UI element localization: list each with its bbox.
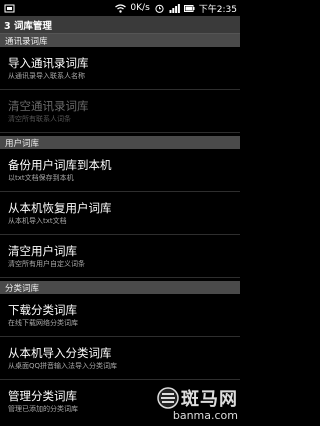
watermark-cn: 斑马网 — [181, 388, 238, 410]
watermark-en: banma.com — [172, 408, 238, 422]
backup-user-dict-item[interactable]: 备份用户词库到本机 以txt文档保存到本机 — [0, 149, 240, 192]
zebra-logo-icon — [157, 386, 179, 409]
item-title: 下载分类词库 — [8, 303, 77, 317]
alarm-icon — [155, 4, 164, 13]
page-title: 3 词库管理 — [4, 20, 52, 32]
item-subtitle: 在线下载网络分类词库 — [8, 319, 78, 327]
import-contacts-item[interactable]: 导入通讯录词库 从通讯录导入联系人名称 — [0, 47, 240, 90]
section-header-contacts: 通讯录词库 — [0, 34, 240, 47]
item-subtitle: 以txt文档保存到本机 — [8, 174, 74, 182]
item-subtitle: 管理已添加的分类词库 — [8, 405, 78, 413]
item-subtitle: 从本机导入txt文档 — [8, 217, 67, 225]
status-time: 下午2:35 — [198, 4, 237, 15]
section-header-user: 用户词库 — [0, 136, 240, 149]
notification-icon — [4, 4, 15, 12]
item-subtitle: 清空所有联系人词条 — [8, 115, 71, 123]
item-title: 清空用户词库 — [8, 244, 77, 258]
section-header-label: 用户词库 — [5, 138, 40, 149]
item-subtitle: 从桌面QQ拼音输入法导入分类词库 — [8, 362, 118, 370]
restore-user-dict-item[interactable]: 从本机恢复用户词库 从本机导入txt文档 — [0, 192, 240, 235]
status-bar: 0K/s 下午2:35 — [0, 0, 240, 16]
section-header-label: 通讯录词库 — [5, 36, 48, 47]
import-category-dict-item[interactable]: 从本机导入分类词库 从桌面QQ拼音输入法导入分类词库 — [0, 337, 240, 380]
item-title: 从本机恢复用户词库 — [8, 201, 112, 215]
item-title: 导入通讯录词库 — [8, 56, 89, 70]
section-header-category: 分类词库 — [0, 281, 240, 294]
item-subtitle: 从通讯录导入联系人名称 — [8, 72, 85, 80]
download-category-dict-item[interactable]: 下载分类词库 在线下载网络分类词库 — [0, 294, 240, 337]
section-header-label: 分类词库 — [5, 283, 40, 294]
item-title: 从本机导入分类词库 — [8, 346, 112, 360]
item-title: 清空通讯录词库 — [8, 99, 89, 113]
item-title: 备份用户词库到本机 — [8, 158, 112, 172]
wifi-icon — [115, 3, 127, 13]
net-speed: 0K/s — [130, 3, 150, 13]
item-title: 管理分类词库 — [8, 389, 77, 403]
signal-icon — [169, 3, 180, 13]
watermark: 斑马网 banma.com — [146, 384, 238, 422]
clear-contacts-item[interactable]: 清空通讯录词库 清空所有联系人词条 — [0, 90, 240, 133]
clear-user-dict-item[interactable]: 清空用户词库 清空所有用户自定义词条 — [0, 235, 240, 278]
item-subtitle: 清空所有用户自定义词条 — [8, 260, 85, 268]
title-bar: 3 词库管理 — [0, 16, 240, 34]
battery-icon — [183, 4, 195, 12]
